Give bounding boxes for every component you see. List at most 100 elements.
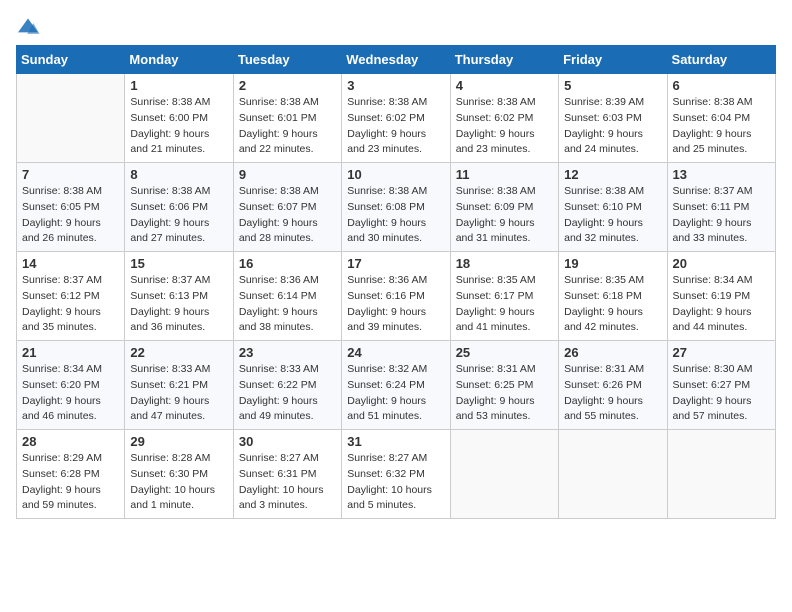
day-number: 16	[239, 256, 336, 271]
day-cell	[667, 430, 775, 519]
day-number: 18	[456, 256, 553, 271]
week-row-5: 28 Sunrise: 8:29 AMSunset: 6:28 PMDaylig…	[17, 430, 776, 519]
day-cell: 6 Sunrise: 8:38 AMSunset: 6:04 PMDayligh…	[667, 74, 775, 163]
day-cell: 16 Sunrise: 8:36 AMSunset: 6:14 PMDaylig…	[233, 252, 341, 341]
day-number: 24	[347, 345, 444, 360]
day-number: 7	[22, 167, 119, 182]
day-cell: 3 Sunrise: 8:38 AMSunset: 6:02 PMDayligh…	[342, 74, 450, 163]
weekday-wednesday: Wednesday	[342, 46, 450, 74]
day-cell: 1 Sunrise: 8:38 AMSunset: 6:00 PMDayligh…	[125, 74, 233, 163]
day-cell: 30 Sunrise: 8:27 AMSunset: 6:31 PMDaylig…	[233, 430, 341, 519]
day-cell: 18 Sunrise: 8:35 AMSunset: 6:17 PMDaylig…	[450, 252, 558, 341]
day-info: Sunrise: 8:27 AMSunset: 6:32 PMDaylight:…	[347, 451, 444, 514]
day-cell: 14 Sunrise: 8:37 AMSunset: 6:12 PMDaylig…	[17, 252, 125, 341]
day-info: Sunrise: 8:27 AMSunset: 6:31 PMDaylight:…	[239, 451, 336, 514]
day-number: 5	[564, 78, 661, 93]
day-number: 25	[456, 345, 553, 360]
day-number: 31	[347, 434, 444, 449]
weekday-sunday: Sunday	[17, 46, 125, 74]
day-number: 29	[130, 434, 227, 449]
day-info: Sunrise: 8:38 AMSunset: 6:05 PMDaylight:…	[22, 184, 119, 247]
day-info: Sunrise: 8:38 AMSunset: 6:07 PMDaylight:…	[239, 184, 336, 247]
day-cell: 27 Sunrise: 8:30 AMSunset: 6:27 PMDaylig…	[667, 341, 775, 430]
day-cell: 21 Sunrise: 8:34 AMSunset: 6:20 PMDaylig…	[17, 341, 125, 430]
day-cell: 23 Sunrise: 8:33 AMSunset: 6:22 PMDaylig…	[233, 341, 341, 430]
day-cell: 22 Sunrise: 8:33 AMSunset: 6:21 PMDaylig…	[125, 341, 233, 430]
day-number: 30	[239, 434, 336, 449]
day-info: Sunrise: 8:38 AMSunset: 6:02 PMDaylight:…	[456, 95, 553, 158]
day-info: Sunrise: 8:34 AMSunset: 6:20 PMDaylight:…	[22, 362, 119, 425]
day-number: 2	[239, 78, 336, 93]
day-info: Sunrise: 8:38 AMSunset: 6:09 PMDaylight:…	[456, 184, 553, 247]
day-cell	[559, 430, 667, 519]
day-number: 12	[564, 167, 661, 182]
logo	[16, 16, 44, 37]
day-cell: 9 Sunrise: 8:38 AMSunset: 6:07 PMDayligh…	[233, 163, 341, 252]
week-row-4: 21 Sunrise: 8:34 AMSunset: 6:20 PMDaylig…	[17, 341, 776, 430]
day-cell: 8 Sunrise: 8:38 AMSunset: 6:06 PMDayligh…	[125, 163, 233, 252]
day-cell	[17, 74, 125, 163]
day-info: Sunrise: 8:29 AMSunset: 6:28 PMDaylight:…	[22, 451, 119, 514]
calendar-table: SundayMondayTuesdayWednesdayThursdayFrid…	[16, 45, 776, 519]
day-number: 4	[456, 78, 553, 93]
day-info: Sunrise: 8:35 AMSunset: 6:17 PMDaylight:…	[456, 273, 553, 336]
day-number: 26	[564, 345, 661, 360]
logo-icon	[16, 17, 40, 37]
day-cell: 17 Sunrise: 8:36 AMSunset: 6:16 PMDaylig…	[342, 252, 450, 341]
day-number: 3	[347, 78, 444, 93]
day-cell: 2 Sunrise: 8:38 AMSunset: 6:01 PMDayligh…	[233, 74, 341, 163]
day-info: Sunrise: 8:36 AMSunset: 6:16 PMDaylight:…	[347, 273, 444, 336]
day-info: Sunrise: 8:38 AMSunset: 6:01 PMDaylight:…	[239, 95, 336, 158]
day-number: 27	[673, 345, 770, 360]
week-row-2: 7 Sunrise: 8:38 AMSunset: 6:05 PMDayligh…	[17, 163, 776, 252]
day-cell: 10 Sunrise: 8:38 AMSunset: 6:08 PMDaylig…	[342, 163, 450, 252]
day-number: 23	[239, 345, 336, 360]
day-info: Sunrise: 8:36 AMSunset: 6:14 PMDaylight:…	[239, 273, 336, 336]
day-number: 19	[564, 256, 661, 271]
day-info: Sunrise: 8:39 AMSunset: 6:03 PMDaylight:…	[564, 95, 661, 158]
week-row-3: 14 Sunrise: 8:37 AMSunset: 6:12 PMDaylig…	[17, 252, 776, 341]
day-cell: 7 Sunrise: 8:38 AMSunset: 6:05 PMDayligh…	[17, 163, 125, 252]
day-number: 28	[22, 434, 119, 449]
day-info: Sunrise: 8:38 AMSunset: 6:08 PMDaylight:…	[347, 184, 444, 247]
day-cell: 25 Sunrise: 8:31 AMSunset: 6:25 PMDaylig…	[450, 341, 558, 430]
day-info: Sunrise: 8:38 AMSunset: 6:10 PMDaylight:…	[564, 184, 661, 247]
day-number: 1	[130, 78, 227, 93]
day-number: 9	[239, 167, 336, 182]
day-info: Sunrise: 8:37 AMSunset: 6:11 PMDaylight:…	[673, 184, 770, 247]
calendar-body: 1 Sunrise: 8:38 AMSunset: 6:00 PMDayligh…	[17, 74, 776, 519]
day-number: 6	[673, 78, 770, 93]
day-cell: 11 Sunrise: 8:38 AMSunset: 6:09 PMDaylig…	[450, 163, 558, 252]
day-info: Sunrise: 8:28 AMSunset: 6:30 PMDaylight:…	[130, 451, 227, 514]
weekday-monday: Monday	[125, 46, 233, 74]
day-cell: 24 Sunrise: 8:32 AMSunset: 6:24 PMDaylig…	[342, 341, 450, 430]
day-info: Sunrise: 8:38 AMSunset: 6:04 PMDaylight:…	[673, 95, 770, 158]
header	[16, 16, 776, 37]
day-number: 22	[130, 345, 227, 360]
day-number: 20	[673, 256, 770, 271]
day-info: Sunrise: 8:38 AMSunset: 6:06 PMDaylight:…	[130, 184, 227, 247]
day-info: Sunrise: 8:37 AMSunset: 6:13 PMDaylight:…	[130, 273, 227, 336]
day-number: 13	[673, 167, 770, 182]
day-info: Sunrise: 8:31 AMSunset: 6:26 PMDaylight:…	[564, 362, 661, 425]
day-number: 21	[22, 345, 119, 360]
weekday-saturday: Saturday	[667, 46, 775, 74]
day-info: Sunrise: 8:35 AMSunset: 6:18 PMDaylight:…	[564, 273, 661, 336]
day-cell: 12 Sunrise: 8:38 AMSunset: 6:10 PMDaylig…	[559, 163, 667, 252]
day-cell: 20 Sunrise: 8:34 AMSunset: 6:19 PMDaylig…	[667, 252, 775, 341]
day-info: Sunrise: 8:34 AMSunset: 6:19 PMDaylight:…	[673, 273, 770, 336]
day-cell: 5 Sunrise: 8:39 AMSunset: 6:03 PMDayligh…	[559, 74, 667, 163]
day-info: Sunrise: 8:31 AMSunset: 6:25 PMDaylight:…	[456, 362, 553, 425]
weekday-thursday: Thursday	[450, 46, 558, 74]
day-number: 14	[22, 256, 119, 271]
day-number: 8	[130, 167, 227, 182]
day-cell: 28 Sunrise: 8:29 AMSunset: 6:28 PMDaylig…	[17, 430, 125, 519]
day-info: Sunrise: 8:38 AMSunset: 6:00 PMDaylight:…	[130, 95, 227, 158]
day-cell: 4 Sunrise: 8:38 AMSunset: 6:02 PMDayligh…	[450, 74, 558, 163]
day-cell: 13 Sunrise: 8:37 AMSunset: 6:11 PMDaylig…	[667, 163, 775, 252]
day-number: 17	[347, 256, 444, 271]
day-info: Sunrise: 8:37 AMSunset: 6:12 PMDaylight:…	[22, 273, 119, 336]
day-cell: 26 Sunrise: 8:31 AMSunset: 6:26 PMDaylig…	[559, 341, 667, 430]
weekday-friday: Friday	[559, 46, 667, 74]
day-number: 11	[456, 167, 553, 182]
